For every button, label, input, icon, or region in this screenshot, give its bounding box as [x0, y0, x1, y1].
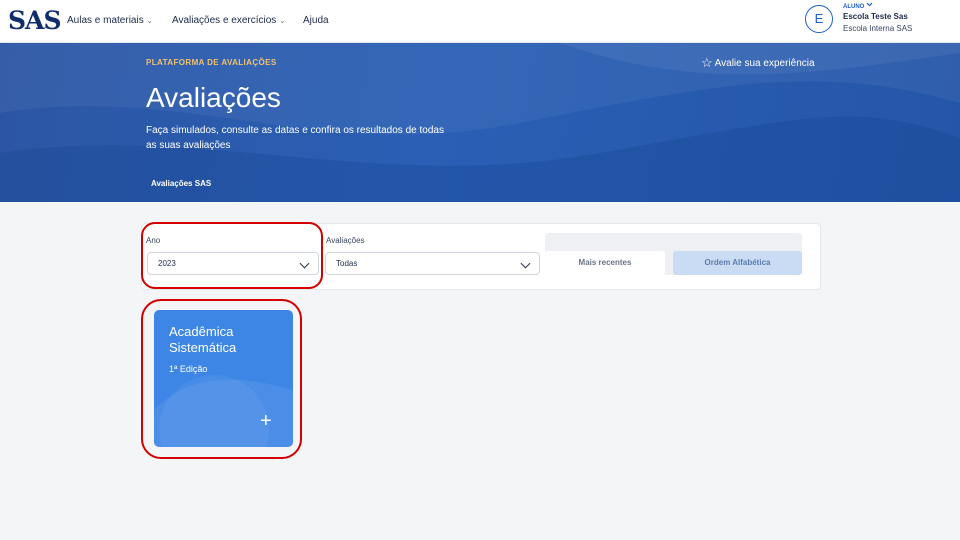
year-filter-label: Ano	[146, 236, 161, 245]
exams-filter-label: Avaliações	[326, 236, 365, 245]
nav-aulas-e-materiais[interactable]: Aulas e materiais ⌄	[67, 14, 153, 29]
hero-wave-decoration	[0, 43, 960, 202]
chevron-down-icon: ⌄	[279, 18, 286, 25]
user-name: Escola Teste Sas	[843, 12, 908, 21]
page-title: Avaliações	[146, 82, 281, 113]
user-role-label: ALUNO	[843, 4, 865, 10]
nav-avaliacoes-e-exercicios[interactable]: Avaliações e exercícios ⌄	[172, 14, 285, 29]
chevron-down-icon	[520, 258, 531, 269]
chevron-down-icon	[299, 258, 310, 269]
sort-most-recent-button[interactable]: Mais recentes	[545, 251, 665, 275]
chevron-down-icon	[866, 2, 873, 7]
top-navbar: SAS Aulas e materiais ⌄ Avaliações e exer…	[0, 0, 960, 43]
exams-select[interactable]: Todas	[325, 252, 540, 275]
rate-experience-label: Avalie sua experiência	[714, 58, 815, 69]
page-subtitle: Faça simulados, consulte as datas e conf…	[146, 125, 444, 151]
nav-ajuda[interactable]: Ajuda	[303, 14, 329, 28]
hero-eyebrow: PLATAFORMA DE AVALIAÇÕES	[146, 58, 277, 67]
plus-icon[interactable]: +	[260, 411, 272, 431]
nav-ajuda-label: Ajuda	[303, 15, 329, 26]
user-school: Escola Interna SAS	[843, 24, 913, 33]
exams-select-value: Todas	[336, 259, 358, 268]
tab-avaliacoes-sas[interactable]: Avaliações SAS	[151, 179, 211, 188]
exam-card-title: Acadêmica Sistemática	[169, 324, 237, 355]
year-select[interactable]: 2023	[147, 252, 319, 275]
rate-experience-link[interactable]: ☆ Avalie sua experiência	[701, 55, 815, 71]
sort-alphabetical-button[interactable]: Ordem Alfabética	[673, 251, 802, 275]
star-icon: ☆	[701, 55, 713, 70]
nav-aulas-label: Aulas e materiais	[67, 15, 144, 26]
hero-banner: PLATAFORMA DE AVALIAÇÕES ☆ Avalie sua exp…	[0, 43, 960, 202]
user-avatar[interactable]: E	[805, 5, 833, 33]
year-select-value: 2023	[158, 259, 176, 268]
sas-logo[interactable]: SAS	[8, 8, 62, 33]
exam-card[interactable]: Acadêmica Sistemática 1ª Edição +	[154, 310, 293, 447]
chevron-down-icon: ⌄	[146, 18, 153, 25]
nav-avaliacoes-label: Avaliações e exercícios	[172, 15, 277, 26]
exam-card-edition: 1ª Edição	[169, 364, 208, 374]
user-role-dropdown[interactable]: ALUNO	[843, 2, 873, 11]
